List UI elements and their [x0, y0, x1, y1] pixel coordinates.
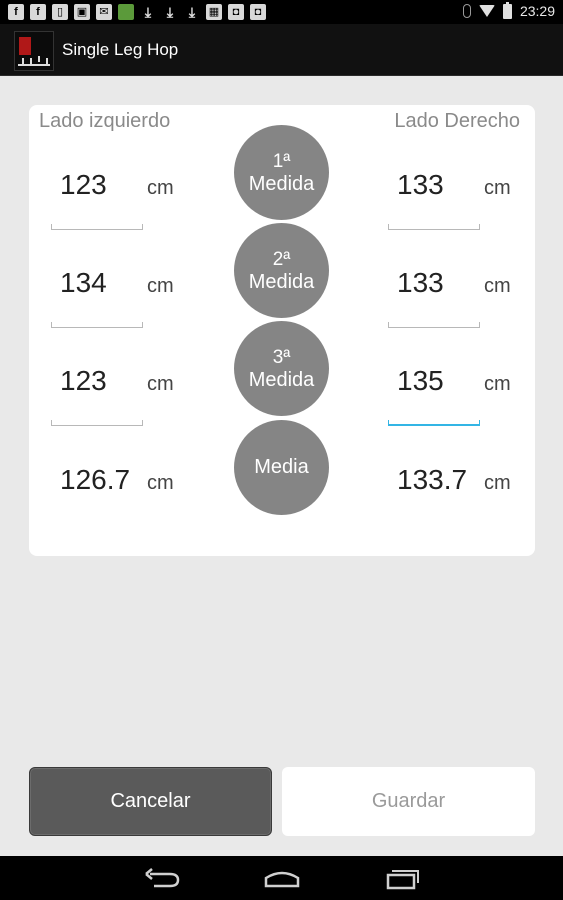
app-icon: [118, 4, 134, 20]
app-logo[interactable]: [14, 31, 54, 71]
right-measure-1-unit: cm: [484, 177, 511, 199]
clock: 23:29: [519, 3, 555, 19]
measure-2-label: Medida: [248, 270, 315, 293]
action-bar: Single Leg Hop: [0, 24, 563, 76]
right-average-value: 133.7: [397, 464, 468, 495]
right-measure-3-unit: cm: [484, 373, 511, 395]
left-measure-2-value[interactable]: 134: [60, 267, 107, 299]
navigation-bar: [0, 856, 563, 900]
average-label: Media: [254, 456, 309, 478]
download-icon: ⤓: [166, 4, 174, 20]
left-measure-1-unit: cm: [147, 177, 174, 199]
right-measure-1-value[interactable]: 133: [397, 169, 444, 201]
app-icon: ▦: [206, 4, 222, 20]
right-average-unit: cm: [484, 472, 511, 494]
left-measure-2-field[interactable]: [51, 322, 143, 328]
camera-icon: ◘: [228, 4, 244, 20]
left-measure-3-field[interactable]: [51, 420, 143, 426]
measure-1-badge: 1ª Medida: [234, 125, 329, 220]
measure-3-badge: 3ª Medida: [234, 321, 329, 416]
notification-icons: f f ▯ ▣ ✉ ⤓ ⤓ ⤓ ▦ ◘ ◘: [8, 4, 266, 20]
right-side-label: Lado Derecho: [394, 110, 520, 132]
measure-1-ordinal: 1ª: [272, 150, 291, 172]
left-measure-3-unit: cm: [147, 373, 174, 395]
download-icon: ⤓: [144, 4, 152, 20]
right-measure-3-value[interactable]: 135: [397, 365, 444, 397]
facebook-icon: f: [8, 4, 24, 20]
home-icon[interactable]: [262, 866, 302, 890]
left-average-value: 126.7: [60, 464, 131, 495]
right-measure-1-field[interactable]: [388, 224, 480, 230]
system-status: 23:29: [462, 1, 555, 19]
logo-bars: [18, 58, 50, 66]
measure-1-label: Medida: [248, 172, 315, 195]
left-average-unit: cm: [147, 472, 174, 494]
left-side-label: Lado izquierdo: [39, 110, 171, 132]
right-measure-2-value[interactable]: 133: [397, 267, 444, 299]
measure-3-label: Medida: [248, 368, 315, 391]
image-icon: ▣: [74, 4, 90, 20]
left-measure-1-field[interactable]: [51, 224, 143, 230]
logo-mark: [19, 37, 31, 55]
right-measure-2-unit: cm: [484, 275, 511, 297]
left-measure-2-unit: cm: [147, 275, 174, 297]
camera-icon: ◘: [250, 4, 266, 20]
measure-3-ordinal: 3ª: [272, 346, 291, 368]
measurement-card: Lado izquierdo Lado Derecho 123 cm 1ª Me…: [29, 105, 535, 556]
back-icon[interactable]: [142, 866, 182, 890]
status-bar: f f ▯ ▣ ✉ ⤓ ⤓ ⤓ ▦ ◘ ◘ 23:29: [0, 0, 563, 24]
left-measure-1-value[interactable]: 123: [60, 169, 107, 201]
save-button[interactable]: Guardar: [282, 767, 535, 836]
battery-icon: [502, 1, 512, 19]
mail-icon: ✉: [96, 4, 112, 20]
right-measure-2-field[interactable]: [388, 322, 480, 328]
recent-apps-icon[interactable]: [382, 866, 422, 890]
facebook-icon: f: [30, 4, 46, 20]
phone-icon: ▯: [52, 4, 68, 20]
right-measure-3-field[interactable]: [388, 420, 480, 426]
average-badge: Media: [234, 420, 329, 515]
measure-2-badge: 2ª Medida: [234, 223, 329, 318]
app-title: Single Leg Hop: [62, 40, 179, 59]
cancel-button[interactable]: Cancelar: [29, 767, 272, 836]
left-measure-3-value[interactable]: 123: [60, 365, 107, 397]
wifi-icon: [478, 5, 495, 17]
measure-2-ordinal: 2ª: [272, 248, 291, 270]
download-icon: ⤓: [188, 4, 196, 20]
bluetooth-icon: [462, 4, 471, 18]
